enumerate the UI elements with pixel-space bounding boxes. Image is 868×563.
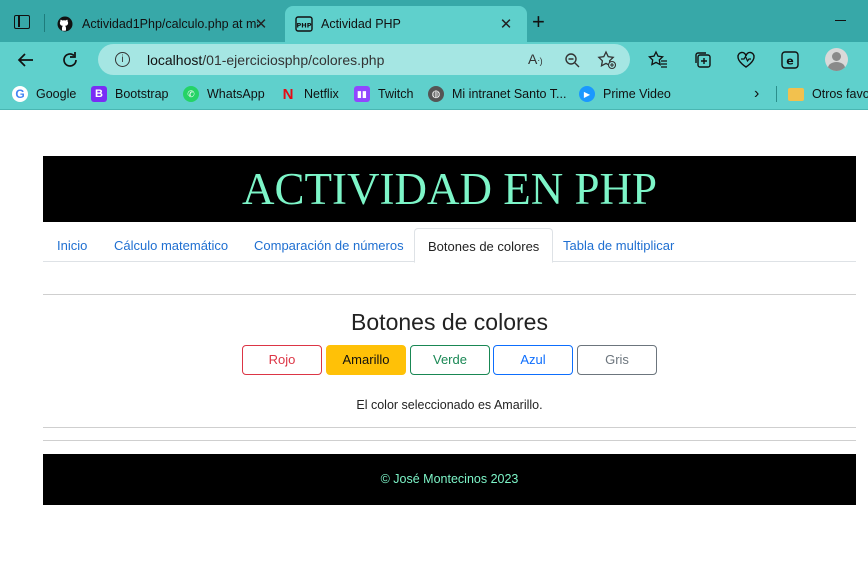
bookmark-label: WhatsApp	[207, 87, 265, 101]
bookmark-label: Netflix	[304, 87, 339, 101]
info-icon[interactable]: i	[115, 52, 130, 67]
new-tab-icon[interactable]: +	[532, 11, 545, 33]
add-favorite-icon[interactable]	[597, 50, 617, 70]
divider	[43, 427, 856, 428]
profile-avatar-icon[interactable]	[825, 48, 848, 71]
page-banner: ACTIVIDAD EN PHP	[43, 156, 856, 222]
twitch-icon: ▮▮	[354, 86, 370, 102]
address-toolbar: i localhost/01-ejerciciosphp/colores.php…	[0, 42, 868, 78]
blue-button[interactable]: Azul	[493, 345, 573, 375]
svg-text:PHP: PHP	[297, 22, 312, 30]
bookmark-twitch[interactable]: ▮▮ Twitch	[354, 84, 413, 104]
nav-tab-calculo[interactable]: Cálculo matemático	[101, 228, 241, 262]
tab-github[interactable]: Actividad1Php/calculo.php at ma ✕	[46, 6, 282, 42]
bookmark-label: Bootstrap	[115, 87, 169, 101]
bookmark-label: Google	[36, 87, 77, 101]
page-nav-tabs: Inicio Cálculo matemático Comparación de…	[43, 228, 856, 263]
tab-actividad-php[interactable]: PHP Actividad PHP ✕	[285, 6, 527, 42]
close-tab-icon[interactable]: ✕	[497, 15, 515, 33]
yellow-button[interactable]: Amarillo	[326, 345, 406, 375]
whatsapp-icon: ✆	[183, 86, 199, 102]
bookmark-whatsapp[interactable]: ✆ WhatsApp	[183, 84, 265, 104]
bookmark-netflix[interactable]: N Netflix	[280, 84, 339, 104]
refresh-icon[interactable]	[60, 50, 80, 70]
chevron-right-icon[interactable]: ›	[754, 85, 759, 103]
bookmark-bootstrap[interactable]: B Bootstrap	[91, 84, 169, 104]
browser-essentials-icon[interactable]	[736, 50, 756, 70]
tab-separator	[44, 14, 45, 32]
url-path: /01-ejerciciosphp/colores.php	[202, 52, 385, 68]
bookmark-label: Prime Video	[603, 87, 671, 101]
red-button[interactable]: Rojo	[242, 345, 322, 375]
section-title: Botones de colores	[351, 309, 548, 335]
gray-button[interactable]: Gris	[577, 345, 657, 375]
prime-video-icon: ▶	[579, 86, 595, 102]
read-aloud-icon[interactable]: Aᐧ)	[528, 51, 543, 67]
bookmark-prime-video[interactable]: ▶ Prime Video	[579, 84, 671, 104]
folder-icon	[788, 87, 804, 101]
divider	[43, 294, 856, 295]
bookmark-label: Otros favo	[812, 87, 868, 101]
tab-actions-icon[interactable]	[14, 15, 30, 29]
edge-copilot-icon[interactable]: e	[780, 50, 800, 70]
collections-icon[interactable]	[693, 50, 713, 70]
bookmark-google[interactable]: G Google	[12, 84, 76, 104]
page-footer: © José Montecinos 2023	[43, 454, 856, 505]
globe-icon: ◍	[428, 86, 444, 102]
bookmark-label: Mi intranet Santo T...	[452, 87, 567, 101]
nav-tab-comparacion[interactable]: Comparación de números	[241, 228, 417, 262]
nav-tab-tabla[interactable]: Tabla de multiplicar	[550, 228, 687, 262]
google-icon: G	[12, 86, 28, 102]
back-icon[interactable]	[16, 50, 36, 70]
php-icon: PHP	[295, 15, 313, 33]
nav-tab-inicio[interactable]: Inicio	[44, 228, 100, 262]
tab-strip: Actividad1Php/calculo.php at ma ✕ PHP Ac…	[0, 0, 868, 42]
selected-color-message: El color seleccionado es Amarillo.	[356, 398, 543, 412]
bookmarks-separator	[776, 86, 777, 102]
zoom-icon[interactable]	[564, 52, 580, 68]
close-tab-icon[interactable]: ✕	[252, 15, 270, 33]
github-icon	[56, 15, 74, 33]
netflix-icon: N	[282, 85, 294, 103]
bookmark-intranet[interactable]: ◍ Mi intranet Santo T...	[428, 84, 566, 104]
tab-title: Actividad1Php/calculo.php at ma	[82, 17, 258, 31]
address-bar[interactable]: i localhost/01-ejerciciosphp/colores.php…	[98, 44, 630, 75]
svg-text:e: e	[786, 55, 793, 68]
bookmark-label: Twitch	[378, 87, 414, 101]
url-host: localhost	[147, 52, 203, 68]
divider	[43, 440, 856, 441]
nav-tab-botones[interactable]: Botones de colores	[414, 228, 554, 263]
green-button[interactable]: Verde	[410, 345, 490, 375]
bookmark-other-favorites[interactable]: Otros favo	[788, 84, 868, 104]
url-text[interactable]: localhost/01-ejerciciosphp/colores.php	[147, 52, 384, 68]
bootstrap-icon: B	[91, 86, 107, 102]
tab-title: Actividad PHP	[321, 17, 401, 31]
bookmarks-bar: G Google B Bootstrap ✆ WhatsApp N Netfli…	[0, 78, 868, 110]
minimize-icon[interactable]	[835, 20, 846, 22]
favorites-icon[interactable]	[648, 50, 668, 70]
